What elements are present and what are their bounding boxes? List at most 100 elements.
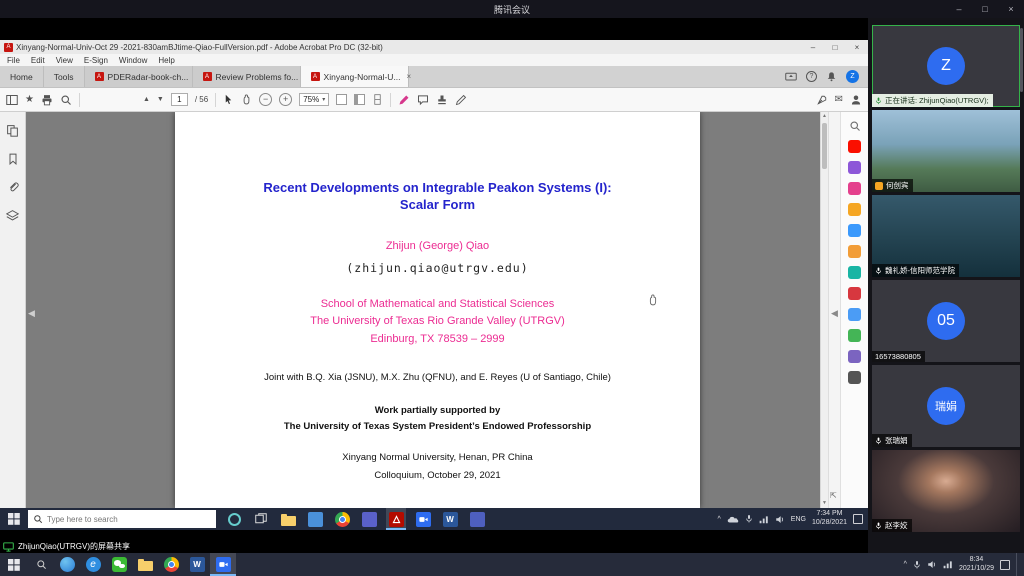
scroll-up-icon[interactable]: ▲ — [821, 112, 828, 121]
file-explorer-icon[interactable] — [132, 553, 158, 576]
volume-tray-icon[interactable] — [775, 515, 785, 524]
volume-tray-icon[interactable] — [927, 560, 937, 569]
favorites-star-icon[interactable]: ★ — [25, 94, 34, 105]
word-icon[interactable]: W — [184, 553, 210, 576]
network-tray-icon[interactable] — [759, 515, 769, 524]
vertical-scrollbar[interactable]: ▲ ▼ — [820, 112, 828, 508]
highlighter-icon[interactable] — [398, 94, 410, 106]
select-tool-icon[interactable] — [223, 94, 234, 105]
tab-document-2[interactable]: A Review Problems fo... — [193, 66, 301, 87]
local-search-icon[interactable] — [28, 553, 54, 576]
compress-pdf-icon[interactable] — [848, 266, 861, 279]
file-explorer-icon[interactable] — [278, 508, 298, 530]
start-button[interactable] — [0, 508, 28, 530]
account-avatar[interactable]: Z — [846, 70, 859, 83]
search-input[interactable] — [47, 515, 197, 524]
chrome-icon[interactable] — [158, 553, 184, 576]
export-pdf-icon[interactable] — [848, 140, 861, 153]
zoom-level-select[interactable]: 75% ▾ — [299, 93, 329, 106]
combine-files-icon[interactable] — [848, 224, 861, 237]
search-icon[interactable] — [60, 94, 72, 106]
tab-tools[interactable]: Tools — [44, 66, 85, 87]
task-view-icon[interactable] — [251, 508, 271, 530]
create-pdf-icon[interactable] — [848, 161, 861, 174]
scrollbar-thumb[interactable] — [822, 123, 827, 169]
show-desktop-strip[interactable] — [1016, 553, 1019, 576]
shared-clock[interactable]: 7:34 PM 10/28/2021 — [812, 510, 847, 528]
menu-window[interactable]: Window — [119, 56, 147, 65]
cortana-icon[interactable] — [224, 508, 244, 530]
menu-help[interactable]: Help — [158, 56, 174, 65]
organize-pages-icon[interactable] — [848, 245, 861, 258]
zoom-in-icon[interactable]: + — [279, 93, 292, 106]
language-indicator[interactable]: ENG — [791, 516, 806, 523]
chrome-icon[interactable] — [332, 508, 352, 530]
zoom-out-icon[interactable]: − — [259, 93, 272, 106]
acrobat-restore-button[interactable]: □ — [824, 40, 846, 54]
meeting-app-icon[interactable] — [413, 508, 433, 530]
notification-center-icon[interactable] — [853, 514, 863, 524]
send-mail-icon[interactable]: ✉ — [835, 94, 843, 105]
tab-document-active[interactable]: A Xinyang-Normal-U... × — [301, 66, 409, 87]
scroll-down-icon[interactable]: ▼ — [821, 499, 828, 508]
app-purple-icon[interactable] — [359, 508, 379, 530]
local-start-button[interactable] — [0, 554, 28, 576]
participant-tile[interactable]: 魏礼娇-信阳师范学院 — [872, 195, 1020, 277]
onedrive-cloud-icon[interactable] — [727, 515, 739, 524]
edit-pdf-icon[interactable] — [848, 182, 861, 195]
close-button[interactable]: × — [998, 0, 1024, 18]
hand-tool-icon[interactable] — [241, 94, 252, 105]
share-screen-icon[interactable] — [785, 71, 797, 83]
participant-tile[interactable]: 何创宾 — [872, 110, 1020, 192]
menu-edit[interactable]: Edit — [31, 56, 45, 65]
more-tools-icon[interactable] — [848, 371, 861, 384]
participant-tile[interactable]: 瑞娟 张瑞娟 — [872, 365, 1020, 447]
mic-tray-icon[interactable] — [913, 560, 921, 570]
tray-chevron-up-icon[interactable]: ^ — [904, 561, 907, 568]
participants-scrollbar[interactable] — [1020, 28, 1023, 92]
sidebar-toggle-icon[interactable] — [6, 94, 18, 106]
qq-app-icon[interactable] — [54, 553, 80, 576]
teams-icon[interactable] — [467, 508, 487, 530]
help-icon[interactable]: ? — [806, 71, 817, 82]
edge-icon[interactable]: e — [80, 553, 106, 576]
wechat-icon[interactable] — [106, 553, 132, 576]
fullscreen-expand-icon[interactable]: ⇱ — [830, 491, 837, 500]
print-icon[interactable] — [41, 94, 53, 106]
sign-pen-icon[interactable] — [455, 94, 467, 106]
participant-tile[interactable]: 赵李姣 — [872, 450, 1020, 532]
tray-chevron-up-icon[interactable]: ^ — [717, 516, 720, 523]
collapse-panel-arrow-icon[interactable]: ◀ — [831, 308, 838, 319]
minimize-button[interactable]: – — [946, 0, 972, 18]
bell-icon[interactable] — [826, 71, 837, 82]
fit-width-icon[interactable] — [336, 94, 347, 105]
participant-tile[interactable]: 05 16573880805 — [872, 280, 1020, 362]
mic-tray-icon[interactable] — [745, 514, 753, 524]
send-for-review-icon[interactable] — [848, 308, 861, 321]
meeting-app-icon[interactable] — [210, 553, 236, 576]
scrolling-mode-icon[interactable] — [372, 94, 383, 105]
acrobat-close-button[interactable]: × — [846, 40, 868, 54]
tab-document-1[interactable]: A PDERadar-book-ch... — [85, 66, 193, 87]
menu-view[interactable]: View — [56, 56, 73, 65]
scan-ocr-icon[interactable] — [848, 329, 861, 342]
acrobat-taskbar-icon[interactable] — [386, 508, 406, 530]
fit-page-icon[interactable] — [354, 94, 365, 105]
menu-esign[interactable]: E-Sign — [84, 56, 108, 65]
local-clock[interactable]: 8:34 2021/10/29 — [959, 556, 994, 574]
tools-search-icon[interactable] — [849, 120, 861, 132]
stamp-icon[interactable] — [436, 94, 448, 106]
document-canvas[interactable]: ◀ Recent Developments on Integrable Peak… — [26, 112, 820, 508]
page-number-input[interactable] — [171, 93, 188, 106]
maximize-button[interactable]: □ — [972, 0, 998, 18]
notification-center-icon[interactable] — [1000, 560, 1010, 570]
fountain-pen-icon[interactable] — [816, 94, 828, 106]
attachments-icon[interactable] — [7, 181, 19, 193]
bookmarks-icon[interactable] — [7, 153, 19, 165]
app-window-icon[interactable] — [305, 508, 325, 530]
layers-icon[interactable] — [6, 209, 19, 222]
word-icon[interactable]: W — [440, 508, 460, 530]
previous-page-icon[interactable]: ▲ — [143, 96, 150, 103]
tab-home[interactable]: Home — [0, 66, 44, 87]
participant-tile-speaker[interactable]: Z 正在讲话: ZhijunQiao(UTRGV); — [872, 25, 1020, 107]
